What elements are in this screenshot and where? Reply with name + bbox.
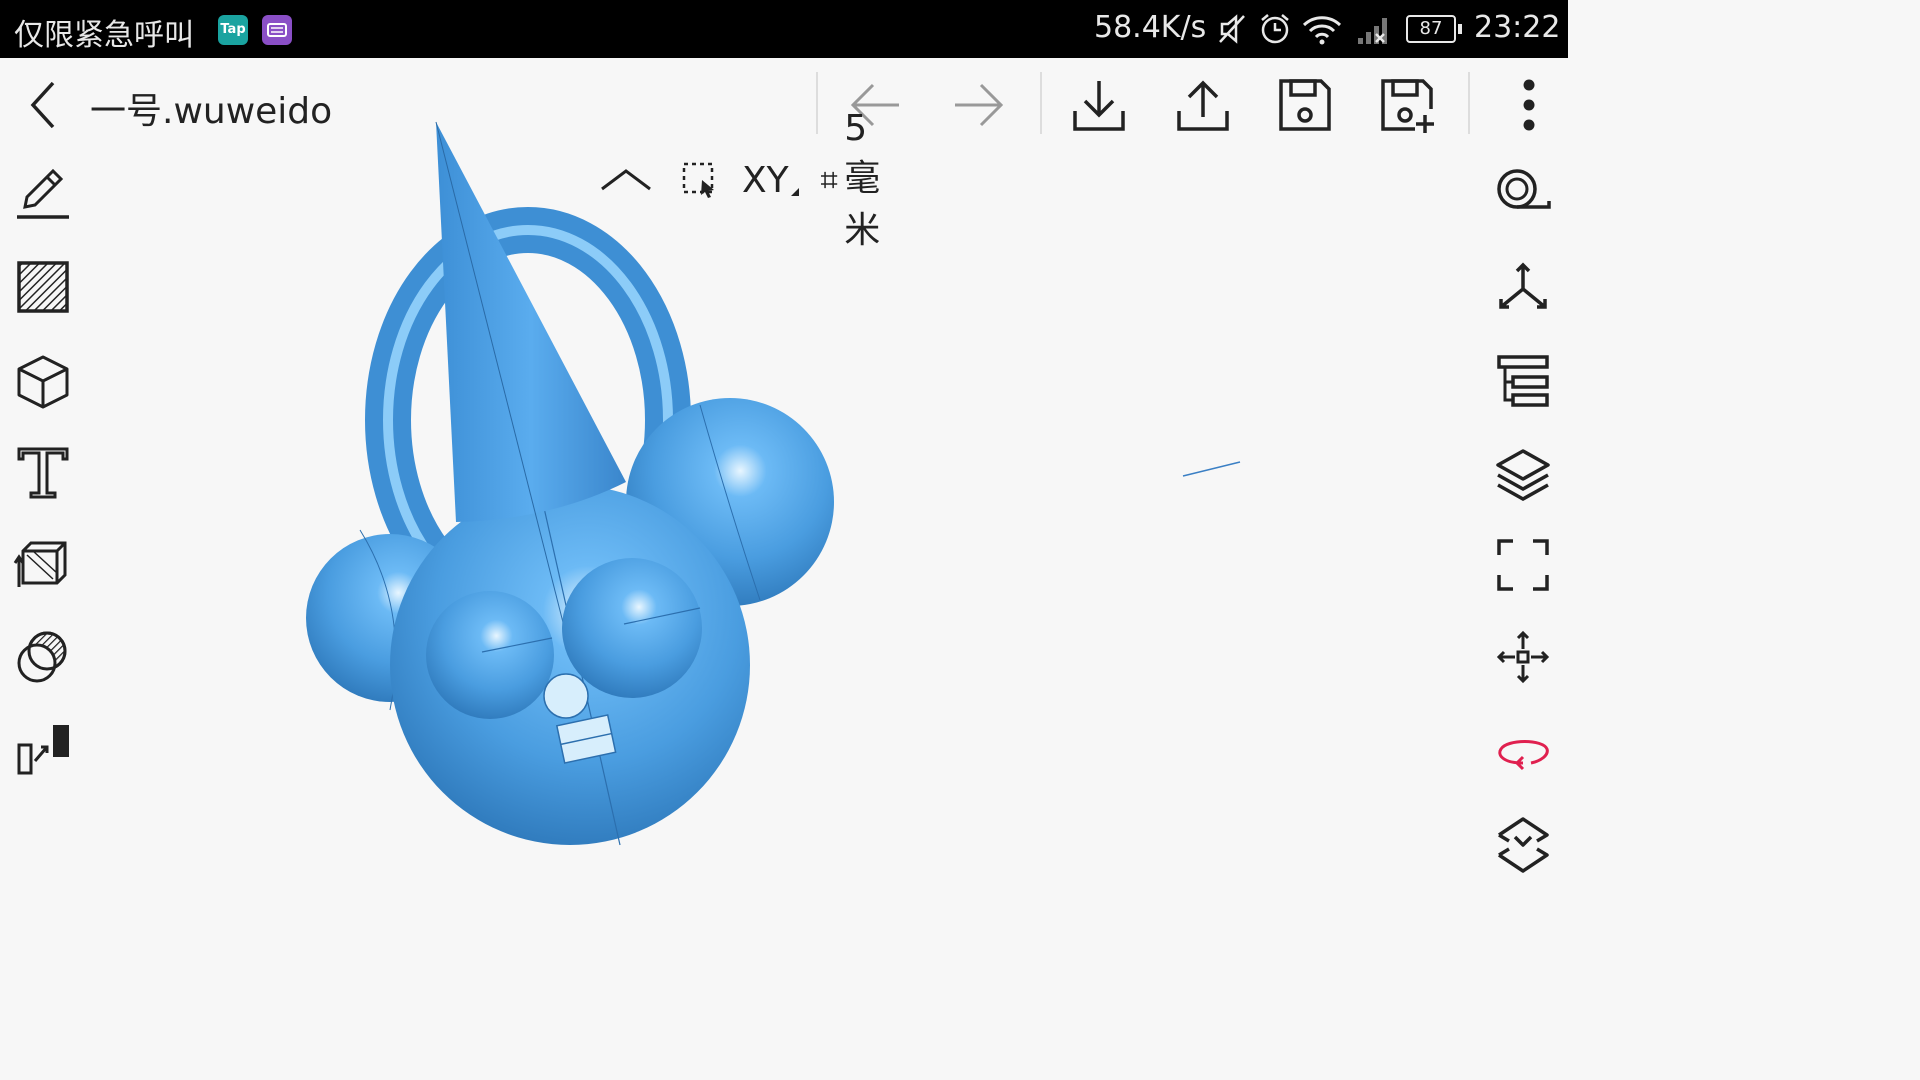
redo-button[interactable] xyxy=(944,70,1014,140)
move-icon xyxy=(1496,630,1550,684)
toolbar-divider xyxy=(1468,72,1470,134)
chevron-left-icon xyxy=(30,81,55,129)
save-icon xyxy=(1279,79,1331,131)
layers-button[interactable] xyxy=(1488,438,1558,508)
right-eye-sphere xyxy=(562,558,702,698)
scale-transform-icon xyxy=(17,725,69,775)
wifi-icon xyxy=(1300,12,1344,46)
surface-button[interactable] xyxy=(8,252,78,322)
primitive-button[interactable] xyxy=(8,346,78,416)
axes-view-button[interactable] xyxy=(1488,252,1558,322)
model-viewport[interactable] xyxy=(290,110,870,870)
model-tree-button[interactable] xyxy=(1488,346,1558,416)
upload-icon xyxy=(1177,80,1229,131)
zoom-fit-button[interactable] xyxy=(1488,158,1558,228)
signal-icon xyxy=(1356,14,1394,46)
network-speed-text: 58.4K/s xyxy=(1094,10,1207,45)
save-as-button[interactable] xyxy=(1374,70,1444,140)
text-button[interactable] xyxy=(8,438,78,508)
zoom-tape-icon xyxy=(1497,169,1551,209)
status-bar: 仅限紧急呼叫 Tap 58.4K/s 87 23:22 xyxy=(0,0,1568,58)
more-button[interactable] xyxy=(1494,70,1564,140)
download-icon xyxy=(1073,81,1125,131)
fullscreen-icon xyxy=(1497,539,1549,591)
snap-icon xyxy=(1498,817,1549,873)
left-eye-sphere xyxy=(426,591,554,719)
save-add-icon xyxy=(1381,79,1434,133)
sketch-button[interactable] xyxy=(8,158,78,228)
tree-icon xyxy=(1497,355,1549,407)
boolean-button[interactable] xyxy=(8,622,78,692)
extrude-button[interactable] xyxy=(8,530,78,600)
export-button[interactable] xyxy=(1168,70,1238,140)
hatch-surface-icon xyxy=(17,261,69,313)
rotate-icon xyxy=(1498,740,1549,771)
boolean-circles-icon xyxy=(17,631,67,683)
sketch-pencil-icon xyxy=(17,168,69,219)
move-button[interactable] xyxy=(1488,622,1558,692)
cone-hat xyxy=(436,122,626,522)
text-icon xyxy=(17,447,69,499)
extrude-box-icon xyxy=(13,541,67,587)
tap-app-icon: Tap xyxy=(218,15,248,45)
nose-sphere xyxy=(543,673,589,719)
save-button[interactable] xyxy=(1270,70,1340,140)
fullscreen-button[interactable] xyxy=(1488,530,1558,600)
clock-text: 23:22 xyxy=(1474,10,1561,45)
layers-icon xyxy=(1496,449,1550,501)
keyboard-app-icon xyxy=(262,15,292,45)
emergency-calls-text: 仅限紧急呼叫 xyxy=(14,18,194,53)
battery-icon: 87 xyxy=(1406,15,1456,43)
battery-tip xyxy=(1458,24,1462,34)
toolbar-divider xyxy=(1040,72,1042,134)
import-button[interactable] xyxy=(1064,70,1134,140)
snap-button[interactable] xyxy=(1488,810,1558,880)
rotate-button[interactable] xyxy=(1488,714,1558,784)
axes-icon xyxy=(1499,262,1547,309)
battery-level-text: 87 xyxy=(1419,18,1443,39)
cube-icon xyxy=(17,355,69,409)
more-vertical-icon xyxy=(1523,79,1535,131)
sketch-line[interactable] xyxy=(1180,458,1244,480)
arrow-right-icon xyxy=(955,83,1004,127)
alarm-icon xyxy=(1258,12,1292,46)
mute-icon xyxy=(1216,12,1248,46)
scale-button[interactable] xyxy=(8,714,78,784)
back-button[interactable] xyxy=(8,70,78,140)
